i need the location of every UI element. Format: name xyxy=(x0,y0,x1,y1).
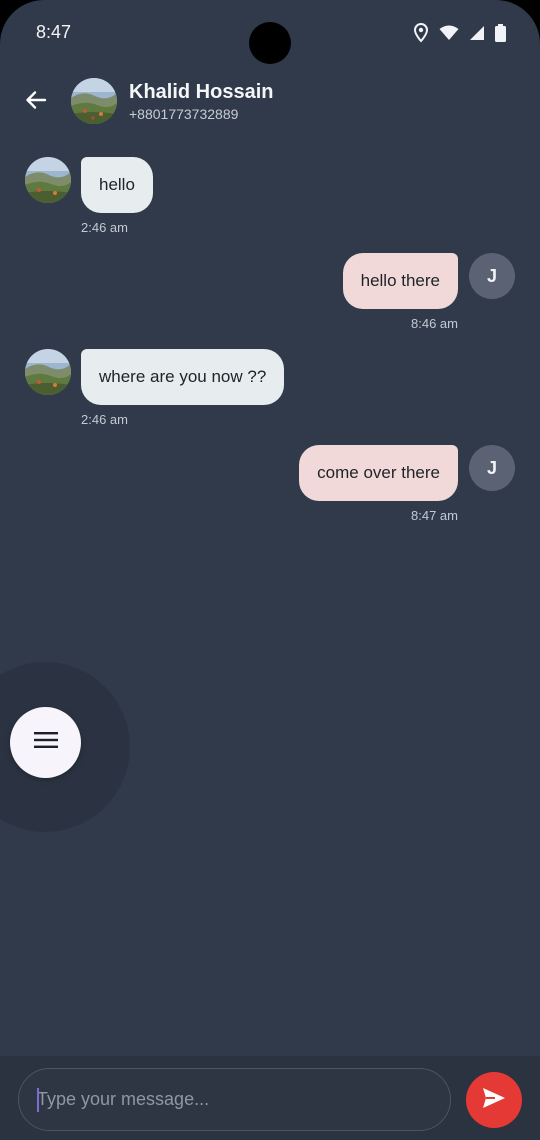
back-button[interactable] xyxy=(18,84,54,120)
user-avatar: J xyxy=(469,445,515,491)
status-icons xyxy=(413,23,506,43)
message-row-outgoing: hello there J 8:46 am xyxy=(0,250,540,340)
chat-screen: 8:47 Khalid Hossain +8801773732889 hello… xyxy=(0,0,540,1140)
status-time: 8:47 xyxy=(36,22,72,42)
wifi-icon xyxy=(439,25,459,41)
hamburger-menu-icon xyxy=(33,731,58,754)
message-bubble[interactable]: come over there xyxy=(299,445,458,501)
message-row-incoming: where are you now ?? 2:46 am xyxy=(0,342,540,432)
message-input[interactable] xyxy=(18,1068,451,1131)
message-time: 2:46 am xyxy=(81,412,128,427)
contact-phone: +8801773732889 xyxy=(129,106,239,122)
chat-header: Khalid Hossain +8801773732889 xyxy=(0,76,540,128)
camera-cutout xyxy=(249,22,291,64)
message-composer xyxy=(0,1056,540,1140)
battery-icon xyxy=(495,24,506,42)
status-bar: 8:47 xyxy=(0,0,540,64)
message-bubble[interactable]: where are you now ?? xyxy=(81,349,285,405)
user-avatar: J xyxy=(469,253,515,299)
message-row-outgoing: come over there J 8:47 am xyxy=(0,442,540,532)
signal-icon xyxy=(469,25,485,41)
message-time: 8:47 am xyxy=(411,508,458,523)
location-pin-icon xyxy=(413,23,429,43)
text-cursor xyxy=(37,1088,39,1112)
sender-avatar xyxy=(25,157,71,203)
contact-avatar[interactable] xyxy=(71,78,117,124)
message-time: 2:46 am xyxy=(81,220,128,235)
sender-avatar xyxy=(25,349,71,395)
send-icon xyxy=(482,1087,506,1114)
message-list: hello 2:46 am hello there J 8:46 am wher… xyxy=(0,150,540,550)
contact-name: Khalid Hossain xyxy=(129,81,274,103)
message-bubble[interactable]: hello xyxy=(81,157,153,213)
message-bubble[interactable]: hello there xyxy=(342,253,458,309)
message-time: 8:46 am xyxy=(411,316,458,331)
menu-button[interactable] xyxy=(10,707,81,778)
message-row-incoming: hello 2:46 am xyxy=(0,150,540,240)
arrow-left-icon xyxy=(24,88,48,117)
send-button[interactable] xyxy=(466,1072,522,1128)
